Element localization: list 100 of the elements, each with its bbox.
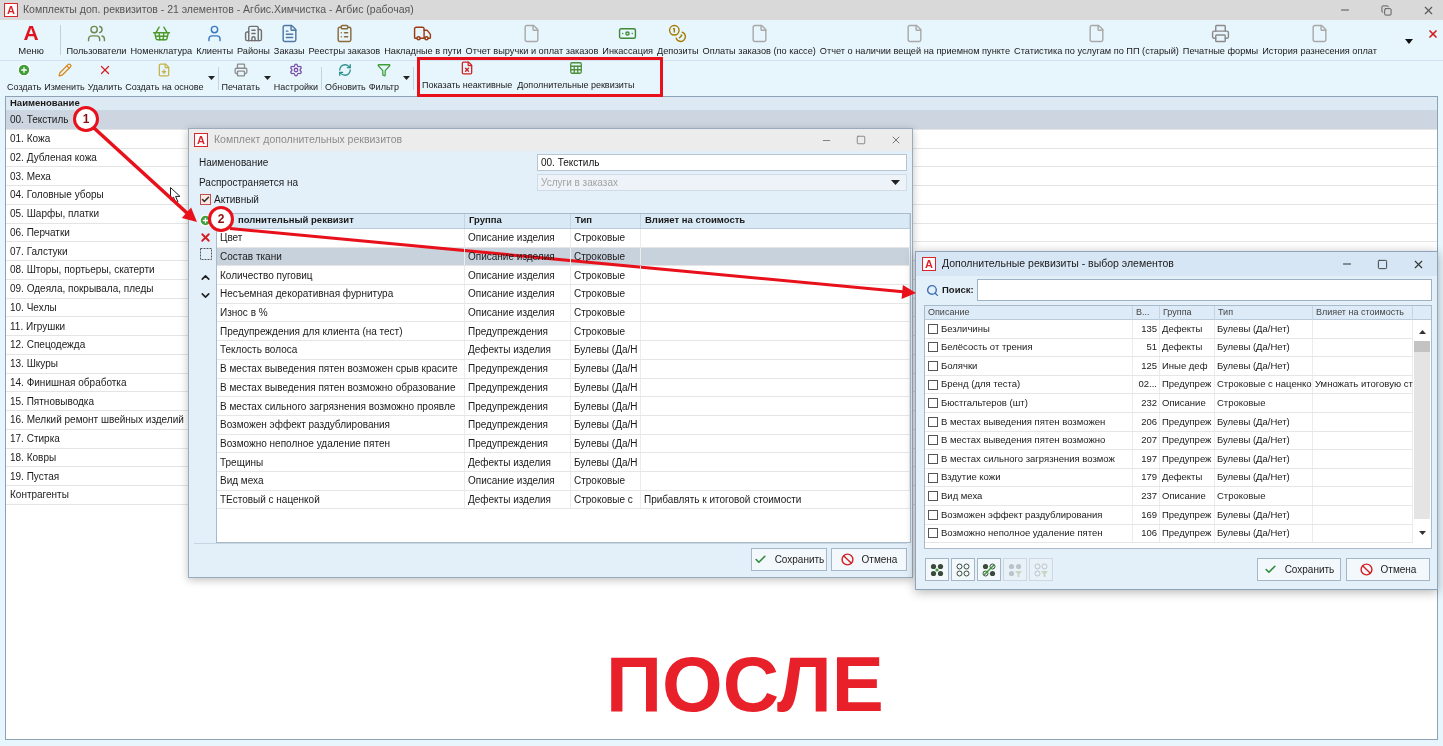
column-header[interactable]: Группа — [469, 214, 502, 225]
checkbox[interactable] — [928, 472, 938, 483]
table-row[interactable]: Трещины Дефекты изделия Булевы (Да/Н — [217, 453, 910, 472]
table-row[interactable]: Предупреждения для клиента (на тест) Предупреждения Строковые — [217, 322, 910, 342]
selection-tool-button[interactable] — [951, 558, 975, 581]
maximize-icon[interactable] — [1377, 258, 1388, 270]
dashed-square-icon[interactable] — [199, 248, 212, 260]
table-row[interactable]: Вздутие кожи 179 Дефекты Булевы (Да/Нет) — [925, 468, 1413, 488]
save-button[interactable]: Сохранить — [1257, 558, 1341, 581]
table-row[interactable]: Возможен эффект раздублирования 169 Предупреж Булевы (Да/Нет) — [925, 505, 1413, 525]
toolbar-button[interactable]: Обновить — [325, 61, 366, 96]
table-row[interactable]: Вид меха 237 Описание Строковые — [925, 487, 1413, 506]
table-row[interactable]: В местах сильного загрязнения возможно проявле Предупреждения Булевы (Да/Н — [217, 397, 910, 416]
toolbar-button[interactable]: Изменить — [44, 61, 85, 96]
table-row[interactable]: Безличины 135 Дефекты Булевы (Да/Нет) — [925, 320, 1413, 339]
ribbon-button[interactable]: История разнесения оплат — [1260, 20, 1379, 60]
ribbon-button[interactable]: Оплаты заказов (по кассе) — [701, 20, 818, 60]
checkbox[interactable] — [928, 509, 938, 520]
ribbon-button[interactable]: Накладные в пути — [382, 20, 464, 60]
close-icon[interactable] — [1427, 28, 1439, 40]
caret-icon[interactable] — [263, 76, 271, 80]
table-cell: 232 — [1133, 394, 1160, 412]
column-header[interactable]: Тип — [1218, 306, 1233, 320]
checkbox[interactable] — [928, 379, 938, 390]
toolbar-button[interactable]: Создать на основе — [125, 61, 215, 96]
checkbox[interactable] — [928, 528, 938, 539]
table-row[interactable]: Несъемная декоративная фурнитура Описание изделия Строковые — [217, 285, 910, 304]
selection-tool-button[interactable] — [925, 558, 949, 581]
table-row[interactable]: Бренд (для теста) 02... Предупреж Строковые с наценко Умножать итоговую ст — [925, 375, 1413, 395]
caret-icon[interactable] — [1405, 39, 1413, 44]
checkbox[interactable] — [928, 398, 938, 409]
ribbon-button[interactable]: Номенклатура — [128, 20, 194, 60]
item-name: Бюстгальтеров (шт) — [941, 396, 1028, 411]
checkbox[interactable] — [928, 416, 938, 427]
ribbon-button[interactable]: Реестры заказов — [307, 20, 382, 60]
table-row[interactable]: Количество пуговиц Описание изделия Строковые — [217, 266, 910, 286]
toolbar-button[interactable]: Показать неактивные — [422, 60, 513, 94]
restore-icon[interactable] — [1381, 4, 1392, 16]
checkbox[interactable] — [928, 453, 938, 464]
ribbon-button[interactable]: Отчет выручки и оплат заказов — [464, 20, 600, 60]
ribbon-button[interactable]: Клиенты — [194, 20, 235, 60]
ribbon-button[interactable]: Районы — [235, 20, 272, 60]
table-cell: Строковые с — [571, 490, 641, 509]
table-row[interactable]: Цвет Описание изделия Строковые — [217, 229, 910, 248]
ribbon-button[interactable]: Отчет о наличии вещей на приемном пункте — [818, 20, 1012, 60]
checkbox[interactable] — [928, 435, 938, 446]
cancel-button[interactable]: Отмена — [831, 548, 907, 571]
checkbox[interactable] — [928, 342, 938, 353]
caret-icon[interactable] — [403, 76, 410, 80]
ribbon-button[interactable]: Депозиты — [655, 20, 700, 60]
table-row[interactable]: В местах сильного загрязнения возмож 197 Предупреж Булевы (Да/Нет) — [925, 450, 1413, 469]
checkbox[interactable] — [200, 194, 211, 205]
ribbon-button[interactable]: Инкассация — [600, 20, 655, 60]
table-row[interactable]: Теклость волоса Дефекты изделия Булевы (Да/Н — [217, 341, 910, 360]
column-header[interactable]: Тип — [575, 214, 593, 225]
save-button[interactable]: Сохранить — [751, 548, 827, 571]
toolbar-button[interactable]: Настройки — [273, 61, 318, 96]
toolbar-button[interactable]: Фильтр — [368, 61, 410, 96]
coins-icon — [668, 24, 688, 43]
column-header[interactable]: Влияет на стоимость — [645, 214, 746, 225]
column-header[interactable]: полнительный реквизит — [238, 214, 354, 225]
toolbar-button[interactable]: Дополнительные реквизиты — [517, 60, 635, 94]
table-row[interactable]: Возможно неполное удаление пятен 106 Предупреж Булевы (Да/Нет) — [925, 524, 1413, 544]
table-row[interactable]: Бюстгальтеров (шт) 232 Описание Строковые — [925, 394, 1413, 413]
column-header[interactable]: Описание — [928, 306, 970, 320]
table-cell: 51 — [1133, 338, 1160, 357]
search-field[interactable] — [976, 279, 1432, 301]
ribbon-button[interactable]: Заказы — [272, 20, 307, 60]
ribbon-button[interactable]: Печатные формы — [1181, 20, 1260, 60]
table-cell: 106 — [1133, 524, 1160, 543]
column-header[interactable]: В... — [1136, 306, 1150, 320]
ribbon-button[interactable]: Статистика по услугам по ПП (старый) — [1012, 20, 1181, 60]
table-row[interactable]: В местах выведения пятен возможен 206 Предупреж Булевы (Да/Нет) — [925, 412, 1413, 432]
checkbox[interactable] — [928, 361, 938, 371]
table-cell: Строковые — [1215, 487, 1313, 505]
sheet-icon — [568, 61, 583, 75]
toolbar-button[interactable]: Создать — [7, 61, 42, 96]
toolbar-button[interactable]: Удалить — [87, 61, 123, 96]
table-cell: Строковые — [1215, 394, 1313, 412]
checkbox[interactable] — [928, 491, 938, 502]
column-header[interactable]: Наименование — [6, 97, 1437, 111]
checkbox[interactable] — [928, 323, 938, 334]
selection-tool-button[interactable] — [977, 558, 1001, 581]
menu-button[interactable]: A Меню — [6, 20, 56, 60]
cancel-button[interactable]: Отмена — [1346, 558, 1430, 581]
toolbar-button[interactable]: Печатать — [221, 61, 271, 96]
scroll-down-icon[interactable] — [1418, 531, 1426, 535]
delete-icon[interactable] — [199, 231, 212, 244]
ribbon-button[interactable]: Пользователи — [65, 20, 128, 60]
table-cell: Строковые — [571, 471, 641, 490]
table-row[interactable]: В местах выведения пятен возможно 207 Предупреж Булевы (Да/Нет) — [925, 431, 1413, 451]
column-header[interactable]: Группа — [1163, 306, 1192, 320]
printer-icon — [233, 63, 248, 77]
scrollbar-thumb[interactable] — [1414, 341, 1430, 352]
scroll-up-icon[interactable] — [1418, 330, 1426, 334]
column-header[interactable]: Влияет на стоимость — [1316, 306, 1405, 320]
caret-icon[interactable] — [207, 76, 215, 80]
table-row[interactable]: Белёсость от трения 51 Дефекты Булевы (Да/Нет) — [925, 338, 1413, 358]
text-field[interactable]: 00. Текстиль — [537, 154, 907, 171]
table-row[interactable]: Болячки 125 Иные деф Булевы (Да/Нет) — [925, 357, 1413, 376]
